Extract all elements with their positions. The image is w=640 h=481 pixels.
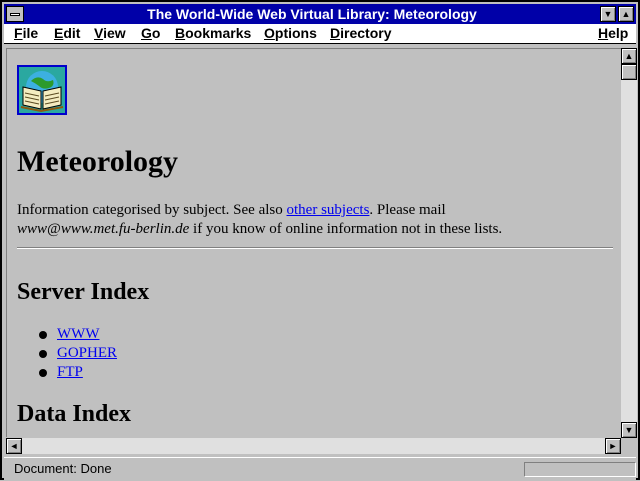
- horizontal-rule: [17, 247, 613, 249]
- maximize-arrow-icon: ▲: [621, 9, 631, 19]
- menu-edit[interactable]: Edit: [54, 25, 80, 41]
- intro-text: . Please mail: [369, 202, 446, 218]
- intro-paragraph: Information categorised by subject. See …: [17, 201, 613, 239]
- system-menu-icon[interactable]: [6, 6, 24, 22]
- scroll-down-button[interactable]: ▼: [621, 422, 637, 438]
- intro-text: if you know of online information not in…: [189, 221, 503, 237]
- contact-email: www@www.met.fu-berlin.de: [17, 221, 190, 237]
- scroll-track[interactable]: [621, 64, 637, 422]
- scrollbar-corner: [621, 438, 637, 454]
- minimize-button[interactable]: ▼: [600, 6, 616, 22]
- list-item: GOPHER: [37, 344, 117, 363]
- scroll-up-button[interactable]: ▲: [621, 48, 637, 64]
- scroll-thumb[interactable]: [621, 64, 637, 80]
- menu-bar: File Edit View Go Bookmarks Options Dire…: [4, 24, 636, 44]
- up-arrow-icon: ▲: [624, 51, 634, 61]
- status-bar: Document: Done: [4, 457, 636, 481]
- maximize-button[interactable]: ▲: [618, 6, 634, 22]
- server-index-heading: Server Index: [17, 279, 150, 305]
- window-title: The World-Wide Web Virtual Library: Mete…: [147, 6, 477, 22]
- menu-help[interactable]: Help: [598, 25, 628, 41]
- globe-book-icon: [17, 65, 67, 115]
- browser-window: The World-Wide Web Virtual Library: Mete…: [0, 0, 640, 481]
- left-arrow-icon: ◄: [9, 441, 19, 451]
- vertical-scrollbar[interactable]: ▲ ▼: [621, 48, 637, 438]
- list-item: FTP: [37, 363, 117, 382]
- menu-options[interactable]: Options: [264, 25, 317, 41]
- menu-view[interactable]: View: [94, 25, 126, 41]
- data-index-heading: Data Index: [17, 401, 132, 427]
- title-bar: The World-Wide Web Virtual Library: Mete…: [4, 4, 636, 24]
- right-arrow-icon: ►: [608, 441, 618, 451]
- menu-directory[interactable]: Directory: [330, 25, 391, 41]
- progress-indicator: [524, 462, 636, 477]
- menu-file[interactable]: File: [14, 25, 38, 41]
- document-view: Meteorology Information categorised by s…: [6, 48, 621, 437]
- menu-go[interactable]: Go: [141, 25, 160, 41]
- server-link-gopher[interactable]: GOPHER: [57, 345, 117, 361]
- menu-bookmarks[interactable]: Bookmarks: [175, 25, 251, 41]
- minimize-arrow-icon: ▼: [603, 9, 613, 19]
- server-list: WWW GOPHER FTP: [37, 325, 117, 382]
- scroll-right-button[interactable]: ►: [605, 438, 621, 454]
- other-subjects-link[interactable]: other subjects: [287, 202, 370, 218]
- server-link-ftp[interactable]: FTP: [57, 364, 83, 380]
- intro-text: Information categorised by subject. See …: [17, 202, 287, 218]
- status-text: Document: Done: [14, 461, 112, 476]
- horizontal-scrollbar[interactable]: ◄ ►: [6, 438, 621, 454]
- server-link-www[interactable]: WWW: [57, 326, 99, 342]
- page-heading: Meteorology: [17, 145, 179, 178]
- down-arrow-icon: ▼: [624, 425, 634, 435]
- scroll-left-button[interactable]: ◄: [6, 438, 22, 454]
- list-item: WWW: [37, 325, 117, 344]
